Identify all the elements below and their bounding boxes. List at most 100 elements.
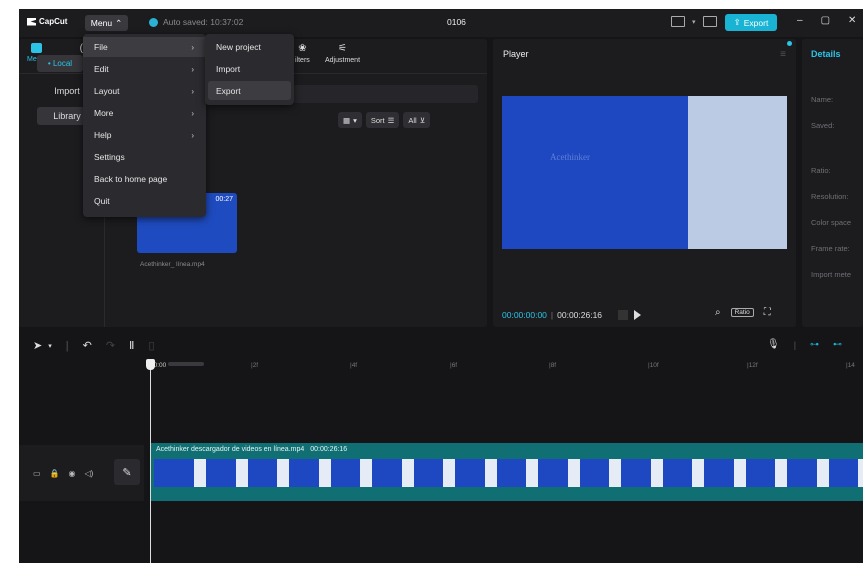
total-time: 00:00:26:16 [557, 310, 603, 320]
toolbar-divider: | [793, 339, 797, 350]
menu-item-edit[interactable]: Edit › [83, 59, 206, 79]
detail-import-label: Import mete [811, 270, 852, 279]
filters-icon: ❀ [298, 43, 307, 54]
snap-icon[interactable]: ⊷ [833, 339, 842, 350]
export-button[interactable]: ⇪ Export [725, 14, 777, 31]
main-menu-dropdown: File › Edit › Layout › More › Help › Set… [83, 34, 206, 217]
window-controls: – ▢ ✕ [797, 15, 856, 26]
cloud-sync-icon [149, 17, 158, 27]
video-frame-light [688, 96, 787, 249]
playhead[interactable] [146, 359, 155, 563]
timeline-scroll-indicator[interactable] [168, 362, 204, 366]
view-mode-button[interactable]: ▦ ▾ [338, 112, 362, 128]
detail-framerate-label: Frame rate: [811, 244, 850, 253]
player-controls-right: ⌕ Ratio ⛶ [715, 307, 771, 318]
file-submenu: New project Import Export [205, 34, 294, 105]
play-icon[interactable] [634, 310, 642, 320]
sidebar-item-local[interactable]: • Local [37, 55, 83, 72]
chevron-down-icon[interactable]: ▾ [48, 342, 52, 350]
filmstrip-frame [318, 459, 331, 487]
notification-dot [787, 41, 792, 46]
ruler-tick: |10f [648, 362, 659, 369]
edit-cover-button[interactable]: ✎ [114, 459, 140, 485]
keyboard-icon[interactable] [702, 16, 717, 27]
undo-icon[interactable]: ↶ [83, 339, 92, 352]
capcut-logo-icon [27, 17, 36, 26]
menu-button[interactable]: Menu ⌃ [85, 15, 128, 31]
split-icon[interactable]: Ⅱ [129, 339, 134, 352]
redo-icon: ↷ [105, 340, 116, 352]
player-panel: Player ≡ Acethinker 00:00:00:00 | 00:00:… [493, 39, 796, 327]
menu-item-quit[interactable]: Quit [83, 191, 206, 211]
frame-icon [618, 310, 629, 320]
select-cursor-icon[interactable]: ➤ [33, 339, 42, 352]
menu-item-back-home[interactable]: Back to home page [83, 169, 206, 189]
submenu-item-import[interactable]: Import [208, 59, 291, 78]
audio-mute-icon[interactable]: ◁) [85, 469, 94, 478]
menu-item-more[interactable]: More › [83, 103, 206, 123]
export-icon: ⇪ [733, 17, 741, 27]
timeline-tools: ➤ ▾ | ↶ ↷ Ⅱ ▯ [33, 339, 155, 353]
filmstrip-frame [609, 459, 621, 487]
menu-item-settings[interactable]: Settings [83, 147, 206, 167]
menu-item-file[interactable]: File › [83, 37, 206, 57]
maximize-icon[interactable]: ▢ [821, 15, 830, 26]
filmstrip-frame [650, 459, 663, 487]
fullscreen-icon[interactable]: ⛶ [764, 307, 771, 318]
menu-item-label: Back to home page [94, 174, 168, 184]
menu-item-layout[interactable]: Layout › [83, 81, 206, 101]
filmstrip-frame [858, 459, 863, 487]
menu-item-label: Settings [94, 152, 125, 162]
link-icon[interactable]: ⊶ [810, 339, 819, 350]
ruler-tick: |14 [846, 362, 855, 369]
ruler-tick: |6f [450, 362, 458, 369]
filmstrip-frame [567, 459, 580, 487]
zoom-fit-icon[interactable]: ⌕ [715, 307, 721, 318]
tab-filters[interactable]: ❀ ilters [295, 43, 310, 64]
filmstrip-frame [443, 459, 455, 487]
sort-button[interactable]: Sort ☰ [365, 112, 400, 128]
layout-controls: ▾ [671, 16, 717, 27]
menu-item-help[interactable]: Help › [83, 125, 206, 145]
autosave-status: Auto saved: 10:37:02 [149, 17, 243, 27]
filter-button[interactable]: All ⊻ [403, 112, 431, 128]
ratio-button[interactable]: Ratio [730, 308, 754, 317]
filmstrip-frame [733, 459, 746, 487]
lock-icon[interactable]: 🔒 [50, 469, 60, 478]
chevron-down-icon[interactable]: ▾ [692, 18, 696, 26]
close-icon[interactable]: ✕ [848, 15, 856, 26]
minimize-icon[interactable]: – [797, 15, 803, 26]
filmstrip-frame [360, 459, 372, 487]
capcut-window: CapCut Menu ⌃ Auto saved: 10:37:02 0106 … [19, 9, 863, 563]
hamburger-icon[interactable]: ≡ [780, 49, 786, 60]
ruler-tick: |4f [350, 362, 358, 369]
chevron-right-icon: › [191, 42, 194, 52]
media-search-bar[interactable] [293, 85, 478, 103]
clip-name: Acethinker descargador de videos en líne… [156, 446, 305, 453]
video-clip[interactable]: Acethinker descargador de videos en líne… [150, 443, 863, 501]
app-logo: CapCut [27, 17, 67, 26]
eye-icon[interactable]: ◉ [69, 469, 76, 478]
tab-adjustment[interactable]: ⚟ Adjustment [325, 43, 360, 64]
layout-icon[interactable] [671, 16, 685, 27]
submenu-item-export[interactable]: Export [208, 81, 291, 100]
filter-icon: ⊻ [419, 115, 426, 125]
playhead-handle[interactable] [146, 359, 155, 370]
video-preview[interactable]: Acethinker [502, 96, 787, 249]
details-panel: Details Name: Saved: Ratio: Resolution: … [802, 39, 863, 327]
player-title: Player [503, 49, 529, 59]
filmstrip-frame [692, 459, 704, 487]
cover-icon[interactable]: ▭ [33, 469, 41, 478]
timeline-ruler[interactable]: 00:00 |2f |4f |6f |8f |10f |12f |14 [150, 359, 863, 377]
export-button-label: Export [743, 17, 769, 28]
player-timecode: 00:00:00:00 | 00:00:26:16 [502, 310, 642, 320]
microphone-icon[interactable]: 🎙 [767, 339, 780, 350]
filmstrip-frame [816, 459, 829, 487]
detail-colorspace-label: Color space [811, 218, 852, 227]
media-duration: 00:27 [215, 196, 233, 203]
submenu-item-new-project[interactable]: New project [208, 37, 291, 56]
media-filename: Acethinker_ línea.mp4 [140, 261, 205, 268]
menu-item-label: Quit [94, 196, 110, 206]
tab-filters-label: ilters [295, 57, 310, 64]
menu-item-label: File [94, 42, 108, 52]
